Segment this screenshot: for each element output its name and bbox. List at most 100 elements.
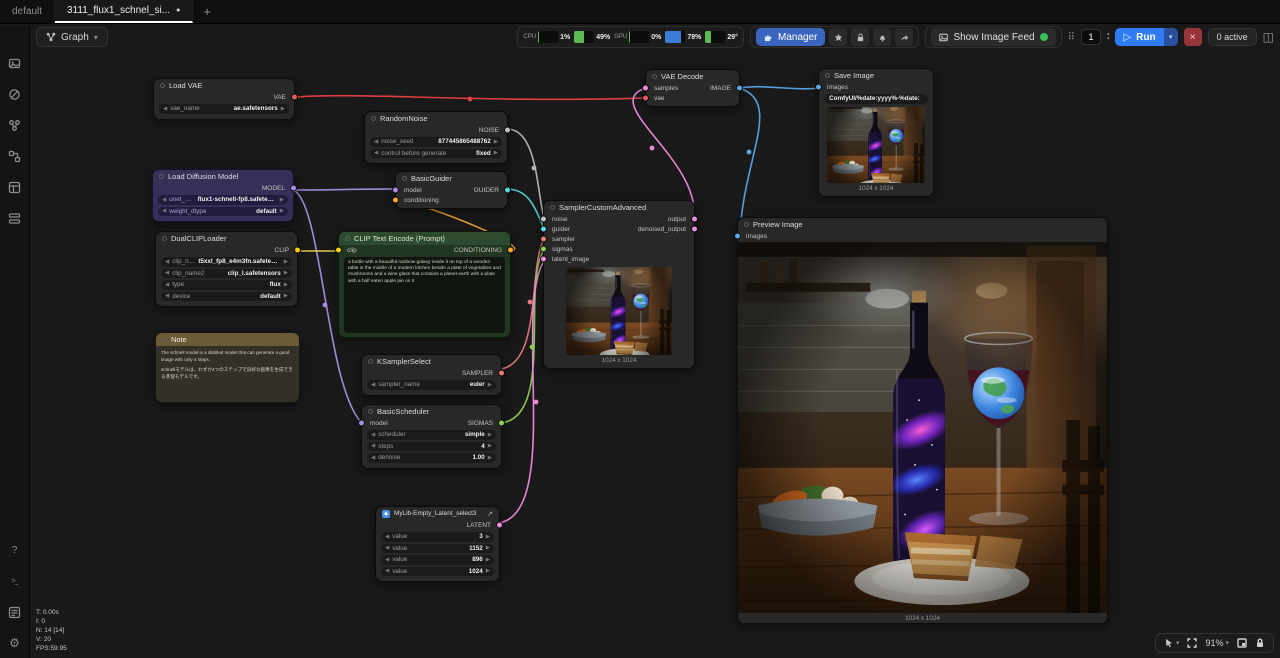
collapse-dot[interactable] bbox=[345, 236, 350, 241]
prev-arrow-icon[interactable]: ◀ bbox=[385, 557, 389, 563]
next-arrow-icon[interactable]: ▶ bbox=[488, 455, 492, 461]
input-slot-sigmas[interactable] bbox=[540, 246, 547, 253]
widget-device[interactable]: ◀ device default ▶ bbox=[161, 292, 292, 302]
minimap-button[interactable] bbox=[1237, 638, 1247, 648]
settings-icon[interactable]: ⚙ bbox=[6, 634, 24, 652]
prev-arrow-icon[interactable]: ◀ bbox=[385, 534, 389, 540]
node-load-diffusion-model[interactable]: Load Diffusion Model MODEL ◀ unet_na... … bbox=[152, 169, 294, 222]
new-tab-button[interactable]: + bbox=[193, 0, 221, 23]
widget-value-4[interactable]: ◀ value 1024 ▶ bbox=[381, 567, 494, 577]
output-slot-output[interactable] bbox=[691, 216, 698, 223]
node-mylib-empty-latent[interactable]: ◆ MyLib-Empty_Latent_select3 ↗ LATENT ◀ … bbox=[375, 506, 500, 582]
widget-steps[interactable]: ◀ steps 4 ▶ bbox=[367, 442, 496, 452]
collapse-dot[interactable] bbox=[652, 74, 657, 79]
prev-arrow-icon[interactable]: ◀ bbox=[165, 293, 169, 299]
input-slot-images[interactable] bbox=[734, 233, 741, 240]
node-ksampler-select[interactable]: KSamplerSelect SAMPLER ◀ sampler_name eu… bbox=[361, 354, 502, 396]
widget-clip-name2[interactable]: ◀ clip_name2 clip_l.safetensors ▶ bbox=[161, 269, 292, 279]
queue-icon[interactable] bbox=[6, 54, 24, 72]
node-random-noise[interactable]: RandomNoise NOISE ◀ noise_seed 877445865… bbox=[364, 111, 508, 164]
widget-value-1[interactable]: ◀ value 3 ▶ bbox=[381, 532, 494, 542]
run-options-caret[interactable]: ▾ bbox=[1164, 28, 1178, 46]
prompt-textarea[interactable]: a bottle with a beautiful rainbow galaxy… bbox=[344, 257, 505, 333]
next-arrow-icon[interactable]: ▶ bbox=[486, 545, 490, 551]
widget-value-2[interactable]: ◀ value 1152 ▶ bbox=[381, 544, 494, 554]
node-vae-decode[interactable]: VAE Decode samples IMAGE vae bbox=[645, 69, 740, 107]
output-slot[interactable] bbox=[290, 185, 297, 192]
output-slot-denoised[interactable] bbox=[691, 226, 698, 233]
node-preview-image[interactable]: Preview Image images 1024 x 1024 bbox=[737, 217, 1108, 624]
next-arrow-icon[interactable]: ▶ bbox=[284, 282, 288, 288]
node-sampler-custom-advanced[interactable]: SamplerCustomAdvanced noise output guide… bbox=[543, 200, 695, 369]
output-slot[interactable] bbox=[736, 85, 743, 92]
collapse-dot[interactable] bbox=[371, 116, 376, 121]
next-arrow-icon[interactable]: ▶ bbox=[486, 534, 490, 540]
next-arrow-icon[interactable]: ▶ bbox=[494, 139, 498, 145]
input-slot-noise[interactable] bbox=[540, 216, 547, 223]
next-arrow-icon[interactable]: ▶ bbox=[280, 208, 284, 214]
node-basic-scheduler[interactable]: BasicScheduler model SIGMAS ◀ scheduler … bbox=[361, 404, 502, 469]
input-slot-vae[interactable] bbox=[642, 95, 649, 102]
select-tool-button[interactable]: ▾ bbox=[1164, 638, 1180, 648]
input-slot-conditioning[interactable] bbox=[392, 197, 399, 204]
collapse-dot[interactable] bbox=[402, 176, 407, 181]
collapse-dot[interactable] bbox=[368, 359, 373, 364]
input-slot-model[interactable] bbox=[358, 420, 365, 427]
prev-arrow-icon[interactable]: ◀ bbox=[165, 282, 169, 288]
workflows-icon[interactable] bbox=[6, 147, 24, 165]
models-icon[interactable] bbox=[6, 85, 24, 103]
toggle-panel-icon[interactable]: ◫ bbox=[1263, 30, 1274, 44]
external-link-icon[interactable]: ↗ bbox=[487, 510, 493, 518]
prev-arrow-icon[interactable]: ◀ bbox=[374, 150, 378, 156]
next-arrow-icon[interactable]: ▶ bbox=[494, 150, 498, 156]
fit-view-button[interactable] bbox=[1187, 638, 1197, 648]
collapse-dot[interactable] bbox=[550, 205, 555, 210]
next-arrow-icon[interactable]: ▶ bbox=[284, 259, 288, 265]
widget-weight-dtype[interactable]: ◀ weight_dtype default ▶ bbox=[158, 207, 288, 217]
prev-arrow-icon[interactable]: ◀ bbox=[165, 259, 169, 265]
node-library-icon[interactable] bbox=[6, 116, 24, 134]
input-slot-model[interactable] bbox=[392, 187, 399, 194]
widget-unet-name[interactable]: ◀ unet_na... flux1-schnell-fp8.safetenso… bbox=[158, 195, 288, 205]
feed-toggle-on[interactable] bbox=[1040, 33, 1048, 41]
collapse-dot[interactable] bbox=[160, 83, 165, 88]
collapse-dot[interactable] bbox=[159, 174, 164, 179]
widget-denoise[interactable]: ◀ denoise 1.00 ▶ bbox=[367, 453, 496, 463]
templates-icon[interactable] bbox=[6, 178, 24, 196]
prev-arrow-icon[interactable]: ◀ bbox=[371, 432, 375, 438]
widget-vae-name[interactable]: ◀ vae_name ae.safetensors ▶ bbox=[159, 104, 289, 114]
share-icon[interactable] bbox=[895, 28, 913, 46]
queue-options-icon[interactable]: ⠿ bbox=[1068, 32, 1075, 43]
next-arrow-icon[interactable]: ▶ bbox=[488, 382, 492, 388]
collapse-dot[interactable] bbox=[162, 236, 167, 241]
prev-arrow-icon[interactable]: ◀ bbox=[385, 568, 389, 574]
prev-arrow-icon[interactable]: ◀ bbox=[162, 197, 166, 203]
manager-button[interactable]: Manager bbox=[756, 28, 825, 46]
widget-control-before-generate[interactable]: ◀ control before generate fixed ▶ bbox=[370, 149, 502, 159]
library-icon[interactable] bbox=[6, 209, 24, 227]
run-button[interactable]: ▷ Run bbox=[1115, 28, 1163, 46]
widget-type[interactable]: ◀ type flux ▶ bbox=[161, 280, 292, 290]
input-slot-samples[interactable] bbox=[642, 85, 649, 92]
node-save-image[interactable]: Save Image images ComfyUI/%date:yyyy%-%d… bbox=[818, 68, 934, 197]
tab-active-workflow[interactable]: 3111_flux1_schnel_si... ● bbox=[55, 0, 193, 23]
next-arrow-icon[interactable]: ▶ bbox=[281, 106, 285, 112]
input-slot-guider[interactable] bbox=[540, 226, 547, 233]
output-slot[interactable] bbox=[498, 370, 505, 377]
graph-menu-button[interactable]: Graph ▾ bbox=[36, 27, 108, 47]
collapse-dot[interactable] bbox=[162, 337, 167, 342]
output-slot[interactable] bbox=[504, 127, 511, 134]
input-slot-clip[interactable] bbox=[335, 247, 342, 254]
input-slot-images[interactable] bbox=[815, 84, 822, 91]
tab-default[interactable]: default bbox=[0, 0, 55, 23]
output-slot[interactable] bbox=[294, 247, 301, 254]
node-note[interactable]: Note The schnell model is a distilled mo… bbox=[155, 332, 300, 403]
output-slot[interactable] bbox=[498, 420, 505, 427]
prev-arrow-icon[interactable]: ◀ bbox=[163, 106, 167, 112]
batch-count-input[interactable]: 1 bbox=[1081, 29, 1101, 45]
prev-arrow-icon[interactable]: ◀ bbox=[165, 270, 169, 276]
help-icon[interactable]: ? bbox=[6, 541, 24, 559]
batch-count-stepper[interactable]: ▴ ▾ bbox=[1107, 32, 1110, 42]
node-clip-text-encode[interactable]: CLIP Text Encode (Prompt) clip CONDITION… bbox=[338, 231, 511, 338]
next-arrow-icon[interactable]: ▶ bbox=[486, 568, 490, 574]
